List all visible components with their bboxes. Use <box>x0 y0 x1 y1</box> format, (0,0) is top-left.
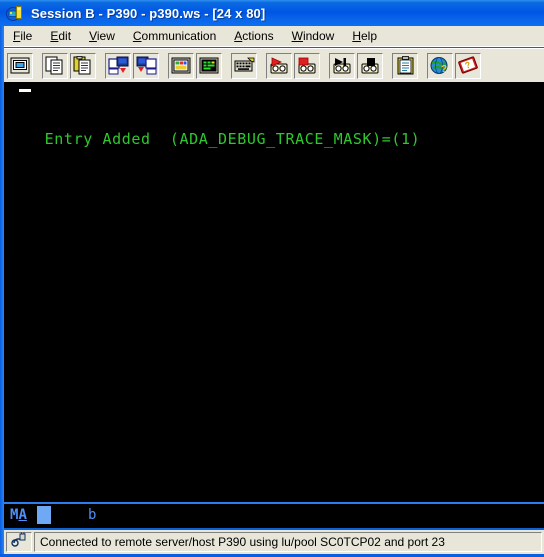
stop-record-icon <box>296 57 318 75</box>
svg-text:?: ? <box>441 64 447 75</box>
toolbar-separator <box>419 49 426 83</box>
color-settings-button[interactable] <box>168 52 194 79</box>
help-book-icon: ? <box>458 56 478 75</box>
keyboard-setup-button[interactable] <box>231 52 257 79</box>
stop-macro-button[interactable] <box>357 52 383 79</box>
toolbar-separator <box>97 49 104 83</box>
send-file-icon <box>107 56 129 75</box>
globe-help-icon: ? <box>430 56 450 75</box>
terminal-session-icon <box>6 5 23 22</box>
help-book-button[interactable]: ? <box>455 52 481 79</box>
toolbar-group-setup <box>167 52 223 79</box>
toolbar-separator <box>384 49 391 83</box>
keyboard-setup-icon <box>234 57 255 74</box>
menu-item-actions[interactable]: Actions <box>225 27 282 45</box>
toolbar-group-keyboard <box>230 52 258 79</box>
clipboard-icon <box>397 56 414 75</box>
window-title: Session B - P390 - p390.ws - [24 x 80] <box>31 5 266 21</box>
send-file-button[interactable] <box>105 52 131 79</box>
statusbar: Connected to remote server/host P390 usi… <box>4 530 544 554</box>
status-message-cell: Connected to remote server/host P390 usi… <box>34 532 542 552</box>
copy-icon <box>45 56 65 75</box>
play-macro-icon <box>331 57 353 75</box>
screen-settings-icon <box>199 57 219 75</box>
color-settings-icon <box>171 57 191 75</box>
toolbar-separator <box>34 49 41 83</box>
screen-settings-button[interactable] <box>196 52 222 79</box>
oia-cursor-block-icon <box>37 506 51 524</box>
copy-button[interactable] <box>42 52 68 79</box>
display-settings-button[interactable] <box>7 52 33 79</box>
receive-file-button[interactable] <box>133 52 159 79</box>
oia-connection-indicator: MA <box>10 507 27 523</box>
connection-status-cell[interactable] <box>6 532 32 552</box>
toolbar-separator <box>223 49 230 83</box>
stop-macro-icon <box>359 57 381 75</box>
terminal-line-text: Entry Added (ADA_DEBUG_TRACE_MASK)=(1) <box>44 130 421 148</box>
globe-help-button[interactable]: ? <box>427 52 453 79</box>
toolbar-separator <box>258 49 265 83</box>
oia-field-indicator: b <box>88 507 97 523</box>
play-macro-button[interactable] <box>329 52 355 79</box>
toolbar-group-help: ? ? <box>426 52 482 79</box>
toolbar-group-clipboard <box>41 52 97 79</box>
menubar: File Edit View Communication Actions Win… <box>4 26 544 47</box>
connection-plug-icon <box>10 532 28 552</box>
display-settings-icon <box>10 57 30 75</box>
paste-button[interactable] <box>70 52 96 79</box>
toolbar: ? ? <box>4 48 544 82</box>
paste-icon <box>73 56 93 75</box>
status-message: Connected to remote server/host P390 usi… <box>40 535 445 549</box>
toolbar-group-playback <box>328 52 384 79</box>
window-titlebar[interactable]: Session B - P390 - p390.ws - [24 x 80] <box>0 0 544 26</box>
terminal-screen[interactable]: Entry Added (ADA_DEBUG_TRACE_MASK)=(1) <box>4 82 544 502</box>
record-macro-button[interactable] <box>266 52 292 79</box>
application-window: Session B - P390 - p390.ws - [24 x 80] F… <box>0 0 544 557</box>
toolbar-separator <box>160 49 167 83</box>
menu-item-communication[interactable]: Communication <box>124 27 225 45</box>
menu-item-window[interactable]: Window <box>283 27 344 45</box>
toolbar-group-record <box>265 52 321 79</box>
terminal-cursor <box>19 89 31 92</box>
menu-item-view[interactable]: View <box>80 27 124 45</box>
stop-record-button[interactable] <box>294 52 320 79</box>
operator-information-area: MA b <box>4 504 544 528</box>
menu-item-help[interactable]: Help <box>343 27 386 45</box>
record-macro-icon <box>268 56 290 75</box>
toolbar-group-clipboard-view <box>391 52 419 79</box>
terminal-line-1: Entry Added (ADA_DEBUG_TRACE_MASK)=(1) <box>18 89 544 148</box>
toolbar-separator <box>321 49 328 83</box>
toolbar-group-file-transfer <box>104 52 160 79</box>
menu-item-edit[interactable]: Edit <box>41 27 80 45</box>
receive-file-icon <box>136 56 157 75</box>
clipboard-button[interactable] <box>392 52 418 79</box>
menu-item-file[interactable]: File <box>4 27 41 45</box>
toolbar-group-display <box>6 52 34 79</box>
